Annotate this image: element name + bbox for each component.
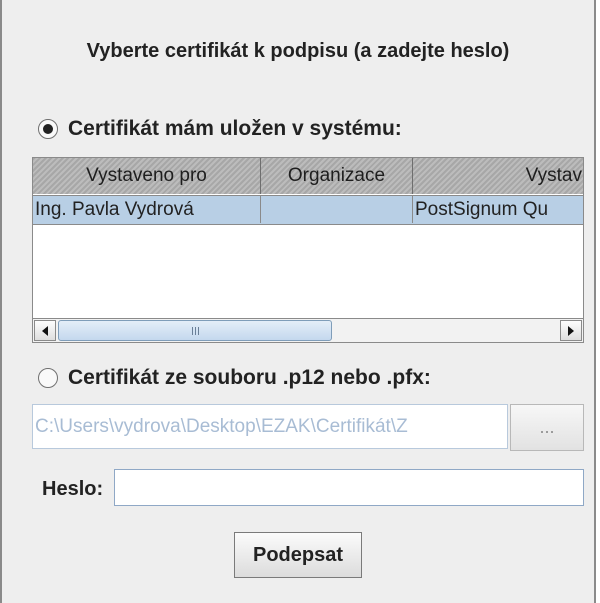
- scrollbar-thumb[interactable]: [58, 320, 332, 341]
- cell-issued-to: Ing. Pavla Vydrová: [33, 196, 261, 223]
- table-row[interactable]: Ing. Pavla Vydrová PostSignum Qu: [33, 195, 583, 225]
- scroll-left-button[interactable]: [34, 320, 56, 341]
- scroll-right-button[interactable]: [560, 320, 582, 341]
- cell-organization: [261, 196, 413, 223]
- certificate-path-field[interactable]: C:\Users\vydrova\Desktop\EZAK\Certifikát…: [32, 404, 508, 449]
- sign-button[interactable]: Podepsat: [234, 532, 362, 578]
- column-header-issuer[interactable]: Vystav: [413, 158, 583, 194]
- option-file-certificate[interactable]: Certifikát ze souboru .p12 nebo .pfx:: [38, 366, 431, 390]
- dialog-title: Vyberte certifikát k podpisu (a zadejte …: [86, 40, 510, 62]
- radio-selected-dot: [43, 124, 53, 134]
- cell-issuer: PostSignum Qu: [413, 196, 583, 223]
- triangle-left-icon: [42, 325, 48, 336]
- grip-icon: [191, 326, 199, 335]
- browse-button[interactable]: ...: [510, 404, 584, 451]
- option-system-label: Certifikát mám uložen v systému:: [68, 117, 402, 140]
- certificate-table[interactable]: Vystaveno pro Organizace Vystav Ing. Pav…: [32, 157, 584, 343]
- option-file-label: Certifikát ze souboru .p12 nebo .pfx:: [68, 366, 431, 389]
- option-system-certificate[interactable]: Certifikát mám uložen v systému:: [38, 117, 402, 141]
- certificate-dialog: Vyberte certifikát k podpisu (a zadejte …: [0, 0, 596, 603]
- table-header: Vystaveno pro Organizace Vystav: [33, 158, 583, 194]
- column-header-organization[interactable]: Organizace: [261, 158, 413, 194]
- password-label: Heslo:: [42, 478, 104, 500]
- column-header-issued-to[interactable]: Vystaveno pro: [33, 158, 261, 194]
- radio-file-certificate[interactable]: [38, 368, 58, 388]
- password-input[interactable]: [114, 469, 584, 506]
- triangle-right-icon: [568, 325, 574, 336]
- radio-system-certificate[interactable]: [38, 119, 58, 139]
- horizontal-scrollbar[interactable]: [33, 318, 583, 342]
